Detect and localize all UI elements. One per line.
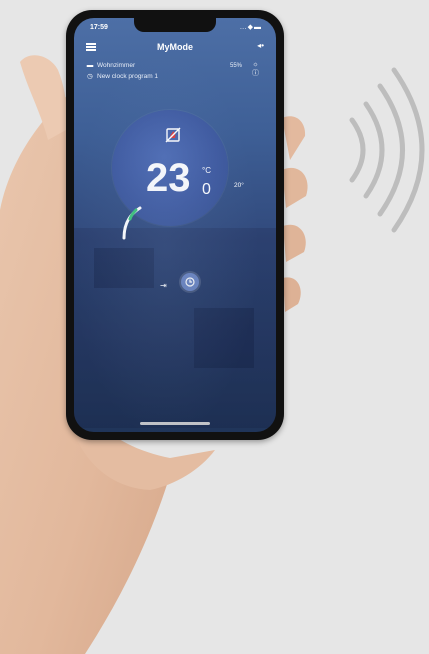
app-title: MyMode <box>157 42 193 52</box>
status-icons: …◆▬ <box>239 24 262 31</box>
program-name: New clock program 1 <box>97 73 159 80</box>
dial-arc <box>122 206 142 240</box>
heating-mode-icon <box>165 127 181 143</box>
status-time: 17:59 <box>90 24 108 31</box>
info-icon[interactable]: ⓘ <box>252 69 259 78</box>
room-row[interactable]: ▬ Wohnzimmer <box>86 62 135 69</box>
room-name: Wohnzimmer <box>97 62 136 69</box>
photo-scene: 17:59 …◆▬ MyMode ◂• ▬ Wohnzimmer ◷ New clo… <box>0 0 429 654</box>
temperature-decimal: 0 <box>202 181 211 198</box>
app-screen: 17:59 …◆▬ MyMode ◂• ▬ Wohnzimmer ◷ New clo… <box>74 18 276 432</box>
clock-icon: ◷ <box>87 73 93 80</box>
status-icons-right: ☼ ⓘ <box>252 60 259 78</box>
mode-switch-icon[interactable]: ⇥ <box>160 281 167 290</box>
smartphone: 17:59 …◆▬ MyMode ◂• ▬ Wohnzimmer ◷ New clo… <box>66 10 284 440</box>
setpoint-value: 20° <box>234 182 244 189</box>
home-indicator[interactable] <box>140 422 210 425</box>
back-icon[interactable]: ◂• <box>257 41 264 50</box>
phone-notch <box>134 18 216 32</box>
clock-icon <box>185 277 195 287</box>
program-row[interactable]: ◷ New clock program 1 <box>86 72 158 80</box>
humidity-value: 55% <box>230 63 243 69</box>
chair-shape <box>194 308 254 368</box>
clock-program-button[interactable] <box>181 273 199 291</box>
temperature-main: 23 <box>146 156 191 200</box>
sofa-shape <box>94 248 154 288</box>
temperature-unit: °C <box>202 166 211 175</box>
sun-icon: ☼ <box>252 61 259 68</box>
sofa-icon: ▬ <box>86 62 94 69</box>
